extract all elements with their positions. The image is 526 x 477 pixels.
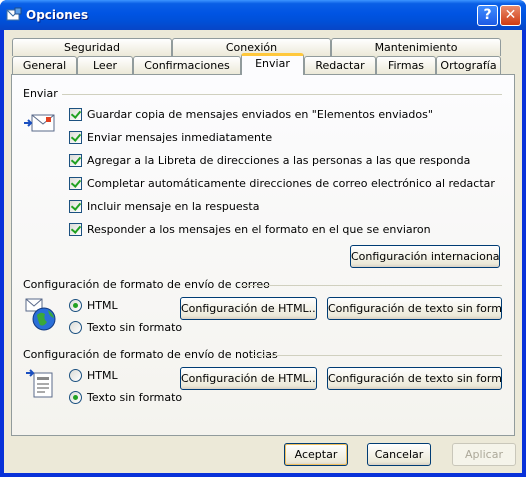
outlook-express-icon bbox=[6, 7, 22, 21]
tab-general[interactable]: General bbox=[12, 56, 77, 74]
mail-label-html: HTML bbox=[87, 299, 118, 312]
news-post-icon bbox=[26, 369, 53, 398]
tab-leer[interactable]: Leer bbox=[77, 56, 133, 74]
checkbox-save-copy[interactable] bbox=[69, 108, 82, 121]
mail-format-section-title: Configuración de formato de envío de cor… bbox=[23, 278, 270, 291]
tab-firmas[interactable]: Firmas bbox=[376, 56, 436, 74]
apply-button[interactable]: Aplicar bbox=[452, 443, 516, 466]
label-add-to-address-book: Agregar a la Libreta de direcciones a la… bbox=[87, 154, 471, 167]
checkbox-send-immediately[interactable] bbox=[69, 131, 82, 144]
enviar-panel: Enviar Guardar copia de mensajes enviado… bbox=[11, 74, 515, 436]
tab-ortografia[interactable]: Ortografía bbox=[436, 56, 501, 74]
news-label-html: HTML bbox=[87, 369, 118, 382]
label-include-message: Incluir mensaje en la respuesta bbox=[87, 200, 260, 213]
news-radio-html[interactable] bbox=[69, 369, 82, 382]
mail-radio-html[interactable] bbox=[69, 299, 82, 312]
enviar-section-title: Enviar bbox=[23, 87, 58, 100]
options-window: Opciones ? ✕ Seguridad Conexión Mantenim… bbox=[0, 0, 526, 477]
help-button[interactable]: ? bbox=[477, 5, 498, 26]
news-html-settings-button[interactable]: Configuración de HTML... bbox=[180, 367, 317, 390]
label-send-immediately: Enviar mensajes inmediatamente bbox=[87, 131, 273, 144]
tab-enviar[interactable]: Enviar bbox=[241, 53, 304, 75]
cancel-button[interactable]: Cancelar bbox=[367, 443, 431, 466]
checkbox-add-to-address-book[interactable] bbox=[69, 154, 82, 167]
news-plain-text-settings-button[interactable]: Configuración de texto sin formato... bbox=[327, 367, 502, 390]
send-mail-icon bbox=[24, 114, 55, 132]
section-divider bbox=[252, 355, 502, 356]
section-divider bbox=[62, 94, 502, 95]
window-title: Opciones bbox=[26, 8, 89, 22]
dialog-client: Seguridad Conexión Mantenimiento General… bbox=[4, 30, 522, 473]
tab-mantenimiento[interactable]: Mantenimiento bbox=[331, 38, 501, 56]
mail-plain-text-settings-button[interactable]: Configuración de texto sin formato... bbox=[327, 297, 502, 320]
international-settings-button[interactable]: Configuración internacional... bbox=[350, 245, 500, 268]
mail-globe-icon bbox=[25, 298, 56, 331]
news-label-plain-text: Texto sin formato bbox=[87, 391, 183, 404]
checkbox-autocomplete[interactable] bbox=[69, 177, 82, 190]
tab-confirmaciones[interactable]: Confirmaciones bbox=[133, 56, 241, 74]
section-divider bbox=[242, 285, 502, 286]
checkbox-reply-same-format[interactable] bbox=[69, 223, 82, 236]
close-button[interactable]: ✕ bbox=[500, 5, 521, 26]
mail-radio-plain-text[interactable] bbox=[69, 321, 82, 334]
mail-label-plain-text: Texto sin formato bbox=[87, 321, 183, 334]
label-reply-same-format: Responder a los mensajes en el formato e… bbox=[87, 223, 431, 236]
label-autocomplete: Completar automáticamente direcciones de… bbox=[87, 177, 495, 190]
title-bar[interactable]: Opciones ? ✕ bbox=[0, 0, 526, 30]
checkbox-include-message[interactable] bbox=[69, 200, 82, 213]
tab-redactar[interactable]: Redactar bbox=[304, 56, 376, 74]
tab-seguridad[interactable]: Seguridad bbox=[12, 38, 172, 56]
news-format-section-title: Configuración de formato de envío de not… bbox=[23, 348, 278, 361]
mail-html-settings-button[interactable]: Configuración de HTML... bbox=[180, 297, 317, 320]
ok-button[interactable]: Aceptar bbox=[284, 443, 348, 466]
label-save-copy: Guardar copia de mensajes enviados en "E… bbox=[87, 108, 433, 121]
news-radio-plain-text[interactable] bbox=[69, 391, 82, 404]
